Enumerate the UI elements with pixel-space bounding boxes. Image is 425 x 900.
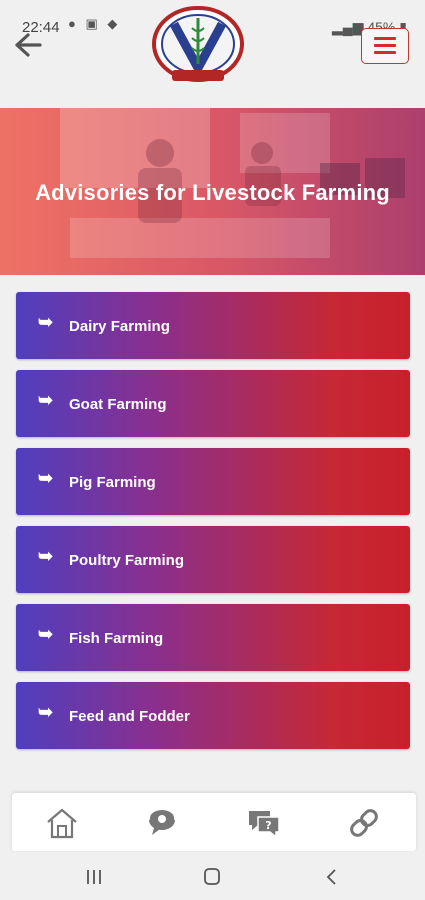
advisories-list: ➥ Dairy Farming ➥ Goat Farming ➥ Pig Far… <box>16 292 410 760</box>
hamburger-line <box>374 44 396 47</box>
back-button[interactable] <box>12 30 44 60</box>
list-item-label: Feed and Fodder <box>69 708 190 725</box>
arrow-right-icon: ➥ <box>38 546 54 566</box>
list-item-goat-farming[interactable]: ➥ Goat Farming <box>16 370 410 437</box>
arrow-right-icon: ➥ <box>38 390 54 410</box>
university-crest-logo <box>152 6 244 82</box>
hero-banner: Advisories for Livestock Farming <box>0 108 425 275</box>
menu-button[interactable] <box>361 28 409 64</box>
system-home-icon <box>204 868 220 885</box>
nav-home-button[interactable] <box>44 805 80 841</box>
system-back-icon <box>326 869 336 885</box>
link-icon <box>350 809 378 837</box>
list-item-fish-farming[interactable]: ➥ Fish Farming <box>16 604 410 671</box>
support-chat-icon <box>148 808 176 835</box>
nav-support-button[interactable] <box>144 805 180 841</box>
list-item-feed-and-fodder[interactable]: ➥ Feed and Fodder <box>16 682 410 749</box>
list-item-pig-farming[interactable]: ➥ Pig Farming <box>16 448 410 515</box>
list-item-dairy-farming[interactable]: ➥ Dairy Farming <box>16 292 410 359</box>
app-header <box>0 0 425 108</box>
list-item-label: Pig Farming <box>69 474 156 491</box>
recent-apps-button[interactable] <box>82 866 106 888</box>
arrow-left-icon <box>15 33 42 57</box>
arrow-right-icon: ➥ <box>38 624 54 644</box>
system-navigation-bar <box>0 852 425 900</box>
bottom-navigation: ? <box>12 793 416 851</box>
list-item-label: Fish Farming <box>69 630 164 647</box>
home-system-button[interactable] <box>200 866 224 888</box>
nav-faq-button[interactable]: ? <box>246 805 282 841</box>
list-item-poultry-farming[interactable]: ➥ Poultry Farming <box>16 526 410 593</box>
recent-apps-icon <box>87 870 101 884</box>
list-item-label: Goat Farming <box>69 396 167 413</box>
list-item-label: Dairy Farming <box>69 318 170 335</box>
university-logo <box>152 6 244 86</box>
nav-links-button[interactable] <box>346 805 382 841</box>
arrow-right-icon: ➥ <box>38 468 54 488</box>
arrow-right-icon: ➥ <box>38 312 54 332</box>
hamburger-line <box>374 51 396 54</box>
system-back-button[interactable] <box>320 866 344 888</box>
svg-text:?: ? <box>265 819 271 832</box>
list-item-label: Poultry Farming <box>69 552 185 569</box>
home-icon <box>47 808 77 839</box>
arrow-right-icon: ➥ <box>38 702 54 722</box>
page-title: Advisories for Livestock Farming <box>35 180 390 205</box>
hamburger-menu-icon <box>374 37 396 40</box>
faq-icon: ? <box>249 811 280 839</box>
